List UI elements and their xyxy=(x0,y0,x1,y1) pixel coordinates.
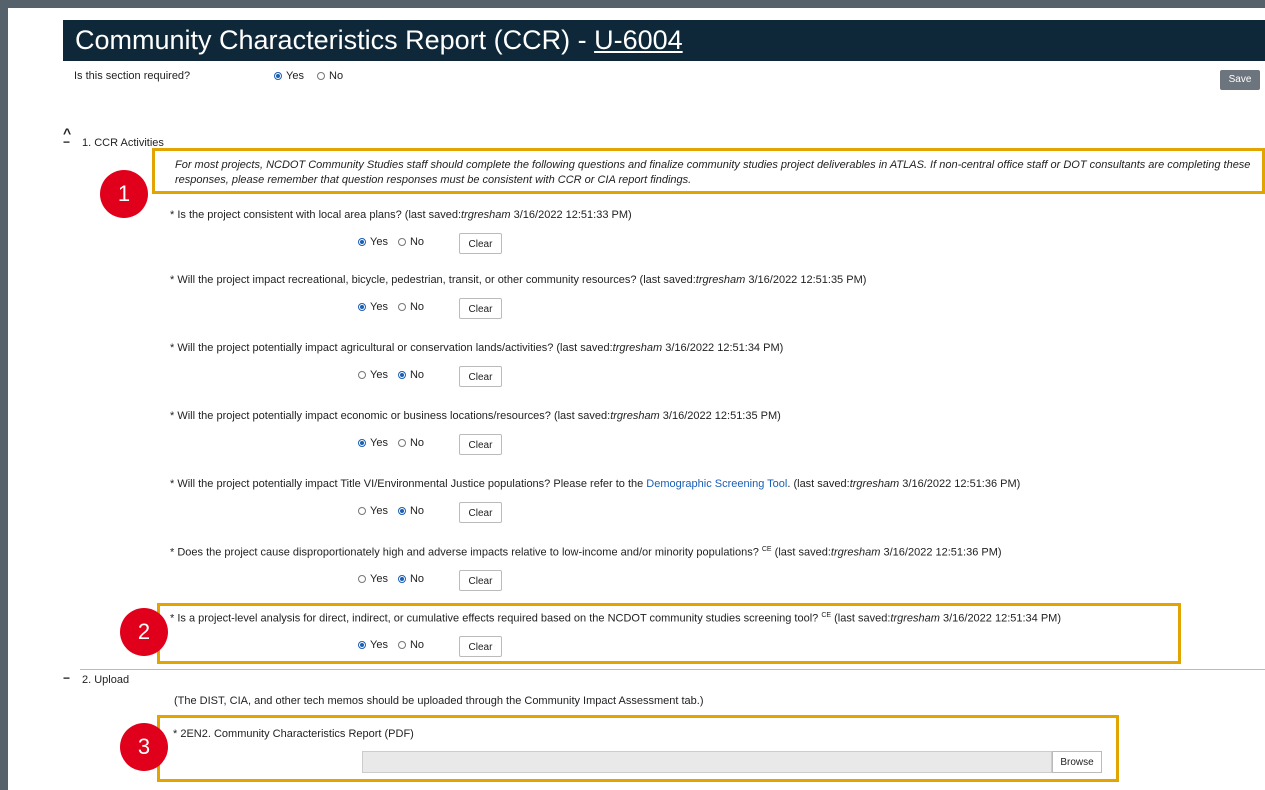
radio-icon[interactable] xyxy=(397,238,406,246)
page-header: Community Characteristics Report (CCR) -… xyxy=(63,20,1265,61)
upload-note: (The DIST, CIA, and other tech memos sho… xyxy=(174,695,704,707)
answer-yes[interactable]: Yes xyxy=(358,236,388,248)
clear-button[interactable]: Clear xyxy=(459,502,502,523)
radio-icon[interactable] xyxy=(397,371,406,379)
answer-options: Yes No xyxy=(358,437,424,449)
saved-by-user: trgresham xyxy=(461,209,511,221)
answer-no[interactable]: No xyxy=(397,573,424,585)
window-top-border xyxy=(0,0,1265,8)
answer-options: Yes No xyxy=(358,301,424,313)
callout-highlight-3 xyxy=(157,715,1119,782)
question-text: * Will the project potentially impact ec… xyxy=(170,410,781,422)
saved-by-user: trgresham xyxy=(830,546,881,559)
radio-icon[interactable] xyxy=(358,439,366,447)
radio-icon[interactable] xyxy=(358,371,366,379)
clear-button[interactable]: Clear xyxy=(459,233,502,254)
callout-highlight-1 xyxy=(152,148,1265,194)
radio-icon[interactable] xyxy=(397,303,406,311)
answer-no[interactable]: No xyxy=(397,369,424,381)
section-required-yes[interactable]: Yes xyxy=(274,70,304,82)
section-required-no[interactable]: No xyxy=(317,70,343,82)
question-text: * Does the project cause disproportionat… xyxy=(170,546,1002,559)
window-left-border xyxy=(0,0,8,790)
answer-yes[interactable]: Yes xyxy=(358,573,388,585)
answer-options: Yes No xyxy=(358,505,424,517)
answer-yes[interactable]: Yes xyxy=(358,369,388,381)
radio-icon[interactable] xyxy=(358,575,366,583)
saved-by-user: trgresham xyxy=(849,478,900,490)
section-divider xyxy=(80,669,1265,670)
radio-selected-icon[interactable] xyxy=(274,72,282,80)
page-title: Community Characteristics Report (CCR) -… xyxy=(75,25,683,55)
callout-highlight-2 xyxy=(157,603,1181,664)
radio-icon[interactable] xyxy=(358,303,366,311)
radio-icon[interactable] xyxy=(358,238,366,246)
answer-options: Yes No xyxy=(358,573,424,585)
answer-no[interactable]: No xyxy=(397,437,424,449)
callout-badge-2: 2 xyxy=(120,608,168,656)
saved-by-user: trgresham xyxy=(695,274,746,286)
answer-yes[interactable]: Yes xyxy=(358,505,388,517)
question-text: * Will the project potentially impact Ti… xyxy=(170,478,1021,490)
radio-icon[interactable] xyxy=(317,72,326,80)
ce-superscript: CE xyxy=(761,546,772,553)
answer-options: Yes No xyxy=(358,236,424,248)
collapse-section-2-icon[interactable]: − xyxy=(63,671,70,685)
callout-badge-1: 1 xyxy=(100,170,148,218)
collapse-section-1-icon[interactable]: − xyxy=(63,135,70,149)
answer-no[interactable]: No xyxy=(397,505,424,517)
saved-by-user: trgresham xyxy=(612,342,663,354)
answer-options: Yes No xyxy=(358,369,424,381)
save-button[interactable]: Save xyxy=(1220,70,1260,90)
callout-badge-3: 3 xyxy=(120,723,168,771)
clear-button[interactable]: Clear xyxy=(459,366,502,387)
answer-no[interactable]: No xyxy=(397,301,424,313)
clear-button[interactable]: Clear xyxy=(459,570,502,591)
answer-yes[interactable]: Yes xyxy=(358,437,388,449)
clear-button[interactable]: Clear xyxy=(459,434,502,455)
project-link[interactable]: U-6004 xyxy=(594,25,683,55)
section-required-question: Is this section required? Yes No xyxy=(74,70,344,82)
radio-icon[interactable] xyxy=(358,507,366,515)
answer-yes[interactable]: Yes xyxy=(358,301,388,313)
question-text: * Will the project impact recreational, … xyxy=(170,274,867,286)
section-required-options: Yes No xyxy=(274,70,343,82)
demographic-screening-tool-link[interactable]: Demographic Screening Tool xyxy=(646,478,787,490)
question-text: * Is the project consistent with local a… xyxy=(170,209,632,221)
clear-button[interactable]: Clear xyxy=(459,298,502,319)
radio-icon[interactable] xyxy=(397,439,406,447)
question-text: * Will the project potentially impact ag… xyxy=(170,342,784,354)
answer-no[interactable]: No xyxy=(397,236,424,248)
section-2-title[interactable]: 2. Upload xyxy=(82,674,129,686)
radio-icon[interactable] xyxy=(397,575,406,583)
radio-icon[interactable] xyxy=(397,507,406,515)
saved-by-user: trgresham xyxy=(610,410,660,422)
